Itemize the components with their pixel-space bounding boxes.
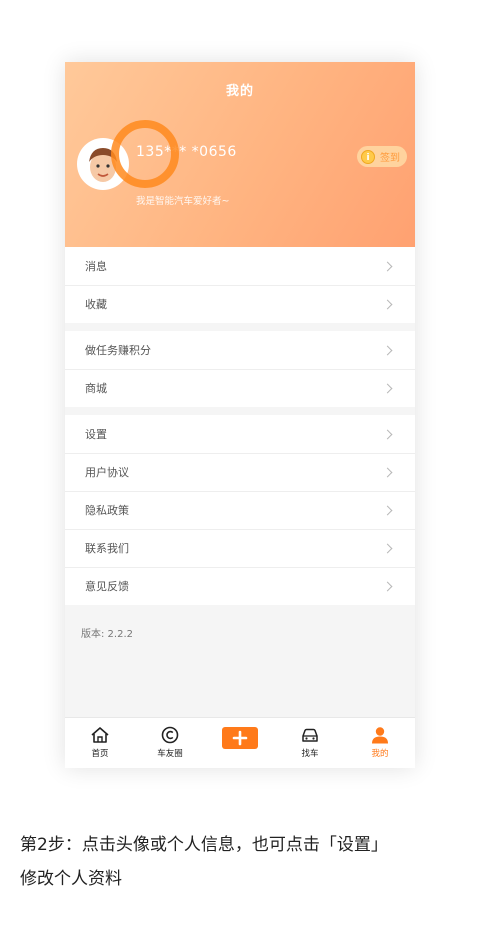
- tab-find-car[interactable]: 找车: [275, 718, 345, 768]
- tab-label: 我的: [371, 749, 389, 759]
- menu-item-tasks[interactable]: 做任务赚积分: [65, 331, 415, 369]
- menu-item-label: 收藏: [85, 298, 107, 311]
- profile-header: 我的 135*** *0656 我是智能汽车爱好者~ i 签到: [65, 62, 415, 247]
- menu-item-privacy-policy[interactable]: 隐私政策: [65, 491, 415, 529]
- chevron-right-icon: [382, 429, 393, 439]
- post-button[interactable]: [222, 727, 258, 749]
- caption-line-1: 第2步：点击头像或个人信息，也可点击「设置」: [20, 835, 388, 855]
- chevron-right-icon: [382, 543, 393, 553]
- tab-mine[interactable]: 我的: [345, 718, 415, 768]
- version-label: 版本: 2.2.2: [81, 629, 133, 640]
- tab-post[interactable]: [205, 718, 275, 768]
- menu-item-mall[interactable]: 商城: [65, 369, 415, 407]
- menu-item-contact-us[interactable]: 联系我们: [65, 529, 415, 567]
- car-icon: [302, 728, 318, 742]
- menu-item-label: 联系我们: [85, 542, 129, 555]
- menu-group-2: 做任务赚积分 商城: [65, 331, 415, 407]
- menu-item-messages[interactable]: 消息: [65, 247, 415, 285]
- person-icon: [372, 727, 388, 744]
- menu-item-label: 意见反馈: [85, 580, 129, 593]
- tab-home[interactable]: 首页: [65, 718, 135, 768]
- menu-item-label: 用户协议: [85, 466, 129, 479]
- caption-line-2: 修改个人资料: [20, 869, 122, 889]
- chevron-right-icon: [382, 467, 393, 477]
- phone-screen: 我的 135*** *0656 我是智能汽车爱好者~ i 签到 消息 收藏 做任…: [65, 62, 415, 768]
- instruction-caption: 第2步：点击头像或个人信息，也可点击「设置」 修改个人资料: [20, 828, 470, 896]
- chevron-right-icon: [382, 581, 393, 591]
- menu-item-label: 做任务赚积分: [85, 344, 151, 357]
- coin-icon: i: [361, 149, 375, 164]
- checkin-label: 签到: [380, 153, 400, 164]
- chevron-right-icon: [382, 505, 393, 515]
- page-title: 我的: [225, 84, 254, 99]
- menu-item-favorites[interactable]: 收藏: [65, 285, 415, 323]
- home-icon: [91, 727, 109, 743]
- circle-c-icon: [161, 726, 179, 744]
- chevron-right-icon: [382, 345, 393, 355]
- chevron-right-icon: [382, 261, 393, 271]
- menu-item-label: 消息: [85, 260, 107, 273]
- menu-item-label: 隐私政策: [85, 504, 129, 517]
- menu-item-user-agreement[interactable]: 用户协议: [65, 453, 415, 491]
- menu-group-1: 消息 收藏: [65, 247, 415, 323]
- tab-car-community[interactable]: 车友圈: [135, 718, 205, 768]
- menu-group-3: 设置 用户协议 隐私政策 联系我们 意见反馈: [65, 415, 415, 605]
- menu-item-label: 设置: [85, 428, 107, 441]
- tab-label: 首页: [91, 749, 109, 759]
- menu-item-label: 商城: [85, 382, 107, 395]
- tap-highlight-ring: [111, 120, 179, 188]
- chevron-right-icon: [382, 383, 393, 393]
- checkin-button[interactable]: i 签到: [357, 146, 407, 167]
- tab-label: 车友圈: [157, 749, 183, 759]
- menu-item-feedback[interactable]: 意见反馈: [65, 567, 415, 605]
- user-bio[interactable]: 我是智能汽车爱好者~: [136, 193, 229, 207]
- plus-icon: [232, 730, 248, 746]
- bottom-tab-bar: 首页 车友圈 找车 我的: [65, 717, 415, 768]
- chevron-right-icon: [382, 299, 393, 309]
- menu-item-settings[interactable]: 设置: [65, 415, 415, 453]
- tab-label: 找车: [301, 749, 319, 759]
